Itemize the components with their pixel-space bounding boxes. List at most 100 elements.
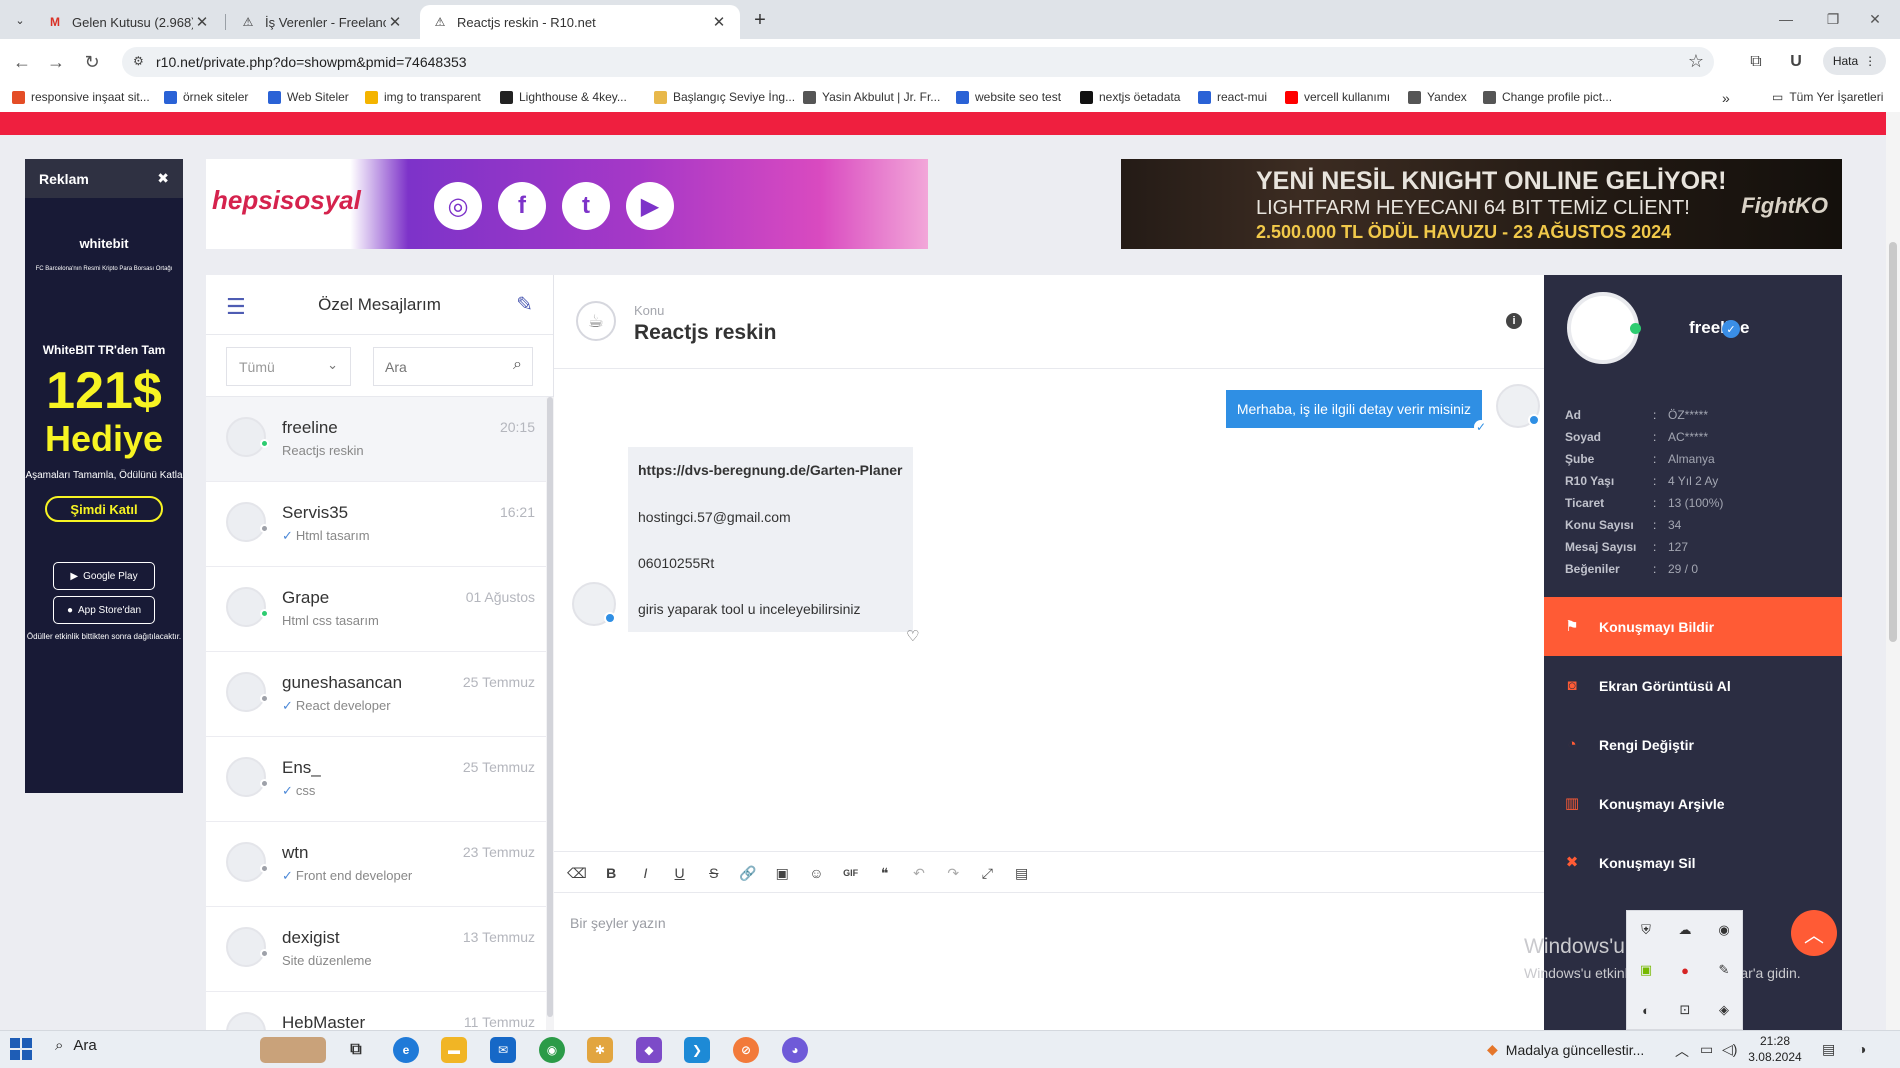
address-bar[interactable]: ⚙ r10.net/private.php?do=showpm&pmid=746… — [122, 47, 1714, 77]
thread-row[interactable]: HebMaster 11 Temmuz — [206, 992, 546, 1030]
ublock-icon[interactable]: U — [1784, 50, 1808, 74]
minimize-button[interactable]: — — [1771, 8, 1801, 30]
action-camera[interactable]: ◙ Ekran Görüntüsü Al — [1544, 656, 1842, 715]
thread-row[interactable]: guneshasancan 25 Temmuz ✓ React developer — [206, 652, 546, 737]
bookmark-item[interactable]: Lighthouse & 4key... — [500, 90, 627, 104]
back-button[interactable]: ← — [10, 50, 34, 74]
link-icon[interactable]: 🔗 — [737, 862, 759, 884]
action-archive[interactable]: ▥ Konuşmayı Arşivle — [1544, 774, 1842, 833]
profile-username[interactable]: freeline — [1689, 318, 1749, 338]
forward-button[interactable]: → — [44, 50, 68, 74]
volume-icon[interactable]: ◁) — [1722, 1041, 1737, 1058]
avatar[interactable] — [226, 842, 266, 882]
bold-icon[interactable]: B — [600, 862, 622, 884]
bookmark-item[interactable]: responsive inşaat sit... — [12, 90, 150, 104]
avatar[interactable] — [226, 1012, 266, 1030]
close-icon[interactable]: ✕ — [710, 13, 728, 31]
like-heart-icon[interactable]: ♡ — [906, 627, 919, 645]
tray-chevron-up-icon[interactable]: ︿ — [1675, 1041, 1689, 1061]
vscode-icon[interactable]: ❯ — [684, 1037, 710, 1063]
bookmark-item[interactable]: react-mui — [1198, 90, 1267, 104]
thread-row[interactable]: wtn 23 Temmuz ✓ Front end developer — [206, 822, 546, 907]
browser-tab-active[interactable]: ⚠ Reactjs reskin - R10.net ✕ — [420, 5, 740, 39]
network-icon[interactable]: ▭ — [1700, 1041, 1713, 1058]
chrome-icon[interactable]: ◉ — [539, 1037, 565, 1063]
gif-icon[interactable]: GIF — [840, 862, 862, 884]
image-icon[interactable]: ▣ — [771, 862, 793, 884]
eraser-icon[interactable]: ⌫ — [566, 862, 588, 884]
bookmark-item[interactable]: website seo test — [956, 90, 1061, 104]
bookmark-item[interactable]: img to transparent — [365, 90, 481, 104]
thread-row[interactable]: Ens_ 25 Temmuz ✓ css — [206, 737, 546, 822]
thread-row[interactable]: Grape 01 Ağustos Html css tasarım — [206, 567, 546, 652]
bookmarks-overflow-icon[interactable]: » — [1722, 90, 1730, 106]
taskbar-news-widget[interactable]: ◆ Madalya güncellestir... — [1487, 1041, 1644, 1058]
mail-icon[interactable]: ✉ — [490, 1037, 516, 1063]
bookmark-item[interactable]: Başlangıç Seviye İng... — [654, 90, 795, 104]
notification-icon[interactable]: ▤ — [1822, 1041, 1835, 1058]
window-close-button[interactable]: ✕ — [1860, 8, 1890, 30]
weather-icon[interactable]: ◑ — [1858, 1041, 1866, 1057]
thread-row[interactable]: dexigist 13 Temmuz Site düzenleme — [206, 907, 546, 992]
profile-avatar[interactable] — [1567, 292, 1639, 364]
action-drop[interactable]: ◔ Rengi Değiştir — [1544, 715, 1842, 774]
join-now-button[interactable]: Şimdi Katıl — [45, 496, 163, 522]
thread-list-scrollbar[interactable] — [546, 397, 554, 1030]
bookmark-star-icon[interactable]: ☆ — [1688, 51, 1704, 72]
edge-icon[interactable]: e — [393, 1037, 419, 1063]
action-delete[interactable]: ✖ Konuşmayı Sil — [1544, 833, 1842, 892]
redo-icon[interactable]: ↷ — [942, 862, 964, 884]
tab-search-button[interactable]: ⌄ — [9, 10, 31, 30]
message-editor[interactable]: Bir şeyler yazın — [554, 893, 1544, 1030]
windows-start-icon[interactable] — [10, 1038, 34, 1062]
close-icon[interactable]: ✕ — [193, 13, 211, 31]
app-circle-icon[interactable]: ◐ — [1635, 999, 1657, 1021]
cloud-off-icon[interactable]: ☁ — [1674, 919, 1696, 941]
bookmark-item[interactable]: Yandex — [1408, 90, 1467, 104]
extensions-icon[interactable]: ⧉ — [1744, 50, 1768, 74]
scrollbar-thumb[interactable] — [1889, 242, 1897, 642]
browser-tab-gmail[interactable]: M Gelen Kutusu (2.968) - bektasb ✕ — [35, 5, 223, 39]
sender-avatar[interactable] — [572, 582, 616, 626]
avatar[interactable] — [226, 587, 266, 627]
scrollbar-thumb[interactable] — [547, 397, 553, 1017]
avatar[interactable] — [226, 757, 266, 797]
scroll-to-top-button[interactable]: ︿ — [1791, 910, 1837, 956]
avatar[interactable] — [226, 417, 266, 457]
postman-icon[interactable]: ⊘ — [733, 1037, 759, 1063]
source-icon[interactable]: ▤ — [1011, 862, 1033, 884]
thread-row[interactable]: freeline 20:15 Reactjs reskin — [206, 397, 546, 482]
task-view-icon[interactable]: ⧉ — [343, 1037, 369, 1063]
close-icon[interactable]: ✕ — [386, 13, 404, 31]
undo-icon[interactable]: ↶ — [908, 862, 930, 884]
search-input[interactable] — [374, 348, 499, 385]
google-play-button[interactable]: ▶ Google Play — [53, 562, 155, 590]
ad-sidebar[interactable]: Reklam ✖ whitebit FC Barcelona'nın Resmi… — [25, 159, 183, 793]
bookmark-item[interactable]: Change profile pict... — [1483, 90, 1612, 104]
bookmark-item[interactable]: Yasin Akbulut | Jr. Fr... — [803, 90, 940, 104]
security-icon[interactable]: ⛨ — [1635, 919, 1657, 941]
app-store-button[interactable]: ● App Store'dan — [53, 596, 155, 624]
search-icon[interactable]: ⌕ — [513, 356, 522, 374]
profile-error-button[interactable]: Hata ⋮ — [1823, 47, 1886, 75]
emoji-icon[interactable]: ☺ — [805, 862, 827, 884]
restore-button[interactable]: ❐ — [1818, 8, 1848, 30]
reload-button[interactable]: ↻ — [80, 50, 104, 74]
thread-row[interactable]: Servis35 16:21 ✓ Html tasarım — [206, 482, 546, 567]
bookmark-item[interactable]: nextjs öetadata — [1080, 90, 1180, 104]
quote-icon[interactable]: ❝ — [874, 862, 896, 884]
bookmark-item[interactable]: örnek siteler — [164, 90, 248, 104]
knight-online-banner[interactable]: YENİ NESİL KNIGHT ONLINE GELİYOR! LIGHTF… — [1121, 159, 1842, 249]
taskbar-search[interactable]: ⌕ Ara — [55, 1037, 97, 1054]
search-highlight-image[interactable] — [260, 1037, 326, 1063]
paint-icon[interactable]: ✱ — [587, 1037, 613, 1063]
fullscreen-icon[interactable]: ⤢ — [976, 862, 998, 884]
pen-icon[interactable]: ✎ — [1713, 959, 1735, 981]
new-tab-button[interactable]: + — [748, 8, 772, 32]
browser-tab-isverenler[interactable]: ⚠ İş Verenler - Freelance Eleman ✕ — [228, 5, 416, 39]
close-icon[interactable]: ✖ — [157, 170, 169, 187]
avatar[interactable] — [226, 927, 266, 967]
page-scrollbar[interactable] — [1886, 112, 1900, 1030]
bookmark-item[interactable]: Web Siteler — [268, 90, 349, 104]
underline-icon[interactable]: U — [669, 862, 691, 884]
